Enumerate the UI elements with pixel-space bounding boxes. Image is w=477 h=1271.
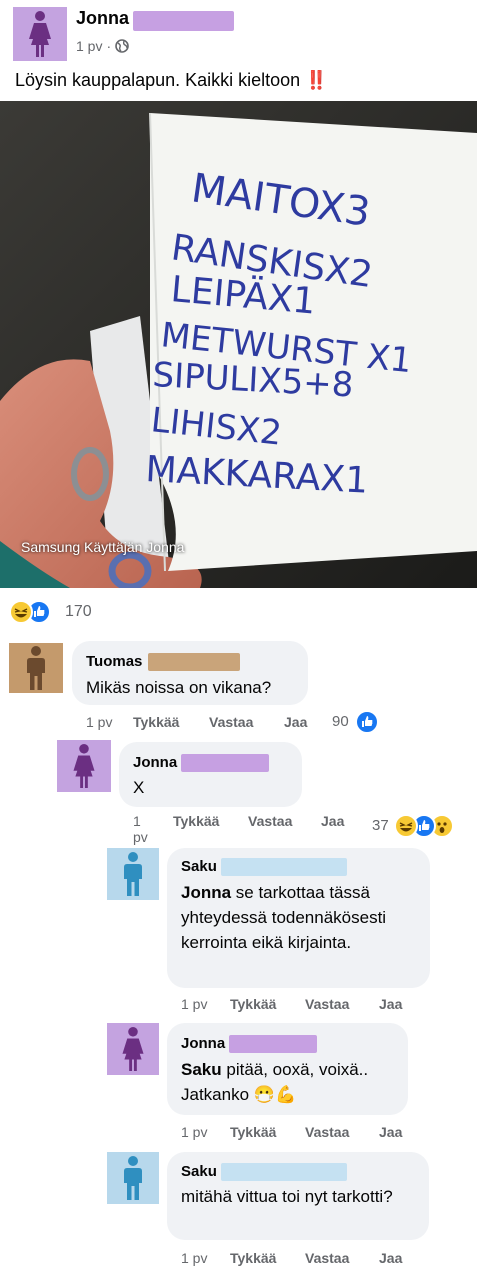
reply-button[interactable]: Vastaa: [209, 714, 253, 730]
post-meta: 1 pv ·: [76, 38, 129, 54]
redacted-surname: [148, 653, 240, 671]
like-thumb-icon: [355, 710, 379, 734]
comment-author[interactable]: Saku: [181, 1163, 217, 1180]
comment-time[interactable]: 1 pv: [181, 1124, 207, 1140]
post-text-body: Löysin kauppalapun. Kaikki kieltoon: [15, 70, 301, 90]
male-figure-icon: [124, 1156, 142, 1200]
comment-time[interactable]: 1 pv: [181, 1250, 207, 1266]
comment-text: Mikäs noissa on vikana?: [86, 678, 272, 697]
reply-button[interactable]: Vastaa: [248, 813, 292, 829]
share-button[interactable]: Jaa: [379, 1250, 402, 1266]
redacted-surname: [221, 1163, 347, 1181]
male-figure-icon: [27, 646, 45, 690]
comment-text: Saku pitää, ooxä, voixä.. Jatkanko 😷💪: [181, 1057, 396, 1107]
comment-avatar-jonna[interactable]: [107, 1023, 159, 1075]
share-button[interactable]: Jaa: [379, 1124, 402, 1140]
reply-button[interactable]: Vastaa: [305, 996, 349, 1012]
comment-avatar-jonna[interactable]: [57, 740, 111, 792]
male-figure-icon: [124, 852, 142, 896]
like-button[interactable]: Tykkää: [173, 813, 219, 829]
female-figure-icon: [73, 744, 95, 788]
comment-reactions[interactable]: 90: [332, 710, 382, 734]
comment-time[interactable]: 1 pv: [86, 714, 112, 730]
post-author-name[interactable]: Jonna: [76, 8, 129, 29]
haha-emoji-icon: [9, 600, 33, 624]
comment-bubble[interactable]: [119, 742, 302, 807]
like-button[interactable]: Tykkää: [230, 1250, 276, 1266]
redacted-surname: [229, 1035, 317, 1053]
comment-text: mitähä vittua toi nyt tarkotti?: [181, 1187, 393, 1206]
comment-author[interactable]: Jonna: [181, 1035, 225, 1052]
female-figure-icon: [29, 11, 51, 57]
redacted-surname: [181, 754, 269, 772]
like-button[interactable]: Tykkää: [230, 1124, 276, 1140]
globe-icon[interactable]: [115, 39, 129, 53]
comment-avatar-tuomas[interactable]: [9, 643, 63, 693]
comment-text: Jonna se tarkottaa tässä yhteydessä tode…: [181, 880, 421, 955]
double-exclamation-emoji: ‼️: [305, 70, 328, 90]
female-figure-icon: [122, 1027, 144, 1071]
comment-time[interactable]: 1 pv: [181, 996, 207, 1012]
share-button[interactable]: Jaa: [284, 714, 307, 730]
comment-reaction-count: 90: [332, 713, 349, 730]
comment-author[interactable]: Tuomas: [86, 653, 142, 670]
post-time[interactable]: 1 pv: [76, 38, 102, 54]
comment-reactions[interactable]: 37: [372, 814, 462, 838]
post-photo[interactable]: MAITOX3 RANSKISX2 LEIPÄX1 METWURST X1 SI…: [0, 101, 477, 588]
meta-separator: ·: [106, 38, 112, 54]
like-button[interactable]: Tykkää: [133, 714, 179, 730]
redacted-surname: [133, 11, 234, 31]
reply-button[interactable]: Vastaa: [305, 1124, 349, 1140]
redacted-surname: [221, 858, 347, 876]
haha-emoji-icon: [394, 814, 418, 838]
post-author-avatar[interactable]: [13, 7, 67, 61]
like-button[interactable]: Tykkää: [230, 996, 276, 1012]
mention[interactable]: Saku: [181, 1060, 222, 1079]
photo-watermark: Samsung Käyttäjän Jonna: [21, 539, 185, 555]
comment-author[interactable]: Jonna: [133, 754, 177, 771]
comment-reaction-count: 37: [372, 817, 389, 834]
comment-author[interactable]: Saku: [181, 858, 217, 875]
post-text: Löysin kauppalapun. Kaikki kieltoon ‼️: [15, 70, 328, 91]
post-reaction-count: 170: [65, 603, 92, 620]
post-reactions[interactable]: 170: [9, 600, 109, 624]
mention[interactable]: Jonna: [181, 883, 231, 902]
shopping-list-photo: MAITOX3 RANSKISX2 LEIPÄX1 METWURST X1 SI…: [0, 101, 477, 588]
share-button[interactable]: Jaa: [321, 813, 344, 829]
comment-text: X: [133, 778, 145, 797]
reply-button[interactable]: Vastaa: [305, 1250, 349, 1266]
comment-time[interactable]: 1 pv: [133, 813, 155, 845]
comment-avatar-saku[interactable]: [107, 848, 159, 900]
mask-and-flex-emoji: 😷💪: [253, 1085, 297, 1104]
comment-avatar-saku[interactable]: [107, 1152, 159, 1204]
share-button[interactable]: Jaa: [379, 996, 402, 1012]
